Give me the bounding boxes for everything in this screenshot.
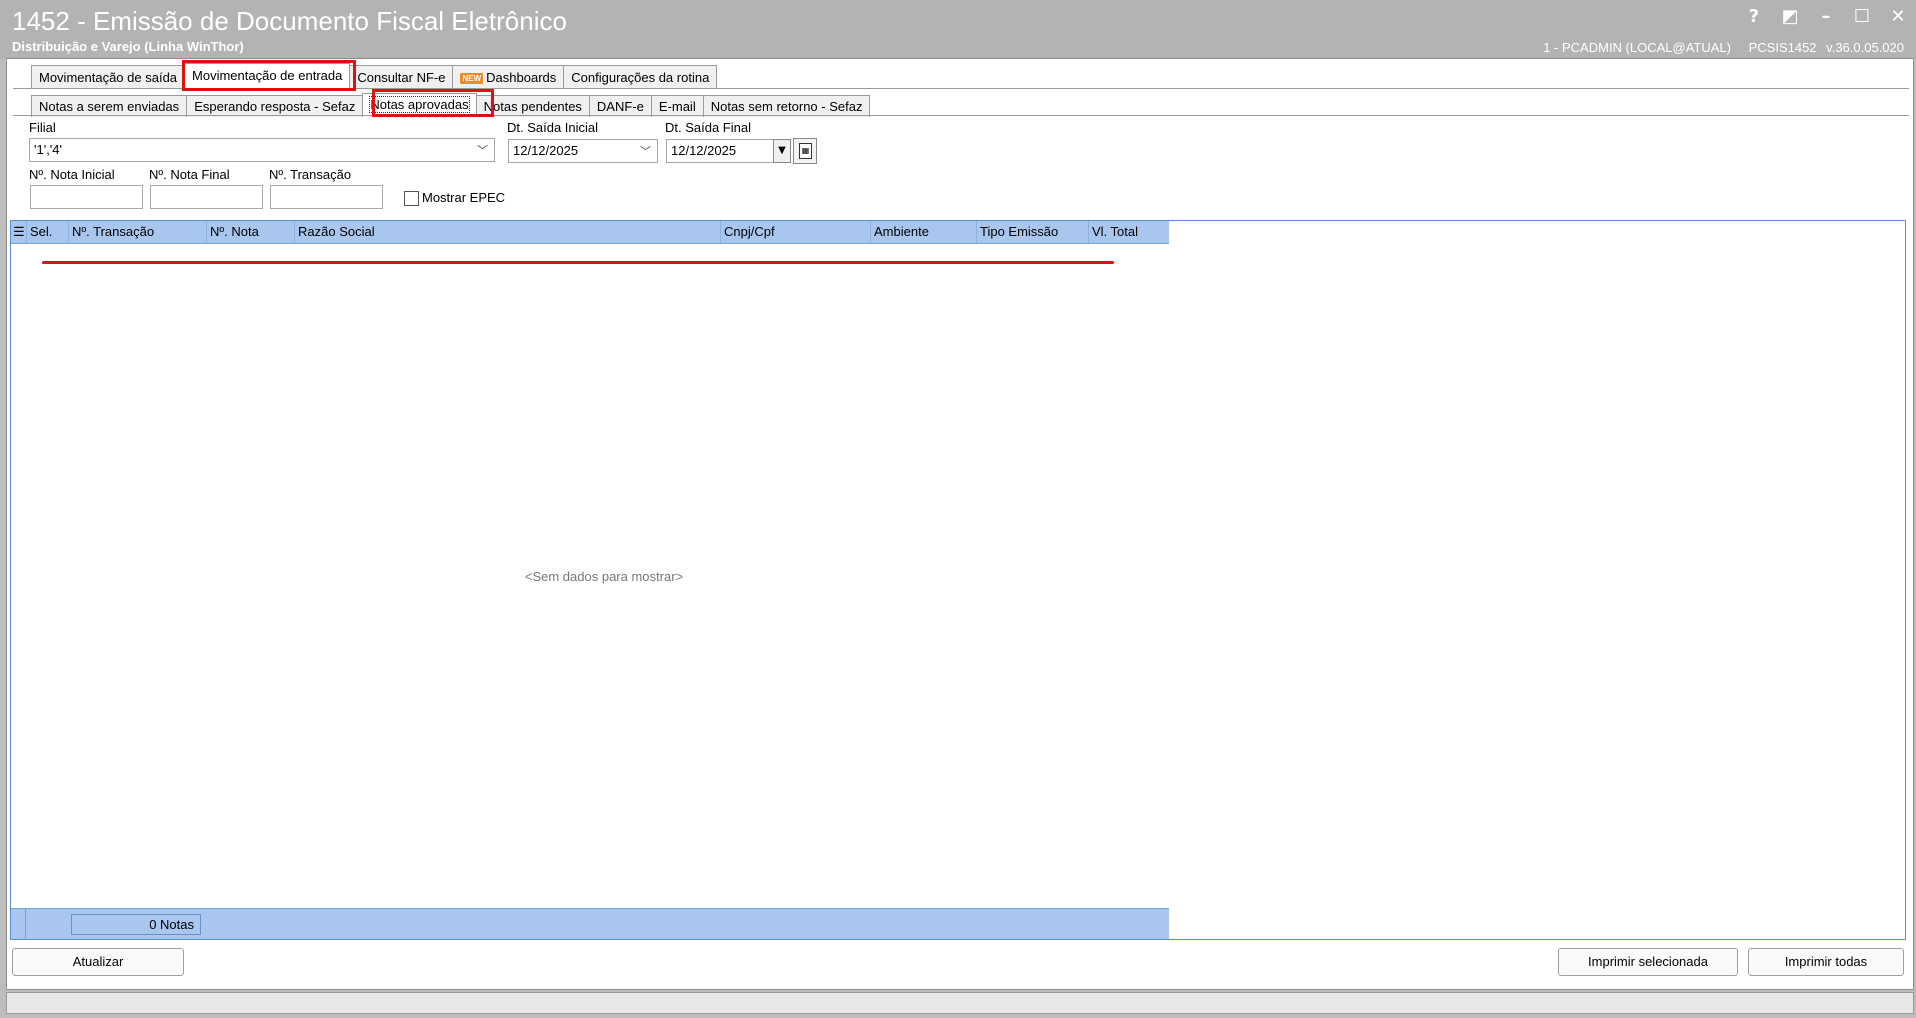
column-ambiente[interactable]: Ambiente [871, 221, 977, 243]
column-tipo-emissao[interactable]: Tipo Emissão [977, 221, 1089, 243]
main-tabs: Movimentação de saída Movimentação de en… [31, 63, 718, 89]
window-title: 1452 - Emissão de Documento Fiscal Eletr… [12, 6, 567, 36]
title-bar: 1452 - Emissão de Documento Fiscal Eletr… [0, 0, 1916, 58]
imprimir-selecionada-button[interactable]: Imprimir selecionada [1558, 948, 1738, 976]
tab-consultar-nfe[interactable]: Consultar NF-e [349, 65, 454, 89]
dt-saida-final-value: 12/12/2025 [671, 143, 737, 158]
triangle-down-icon: ▼ [778, 145, 786, 156]
chevron-down-icon: ﹀ [477, 145, 488, 157]
status-bar [6, 992, 1914, 1014]
tab-label: Consultar NF-e [357, 70, 446, 85]
filial-value: '1','4' [34, 142, 62, 157]
tab-notas-pendentes[interactable]: Notas pendentes [475, 95, 590, 117]
calendar-icon: ▦ [799, 143, 812, 159]
column-transacao[interactable]: Nº. Transação [69, 221, 207, 243]
mostrar-epec-checkbox[interactable] [404, 191, 419, 206]
nota-final-input[interactable] [150, 185, 263, 209]
tab-email[interactable]: E-mail [650, 95, 704, 117]
help-icon[interactable]: ? [1744, 6, 1764, 27]
maximize-icon[interactable]: ☐ [1852, 6, 1872, 27]
notes-count: 0 Notas [71, 914, 201, 935]
column-sel[interactable]: Sel. [27, 221, 69, 243]
sub-tabs: Notas a serem enviadas Esperando respost… [31, 93, 871, 117]
session-info: 1 - PCADMIN (LOCAL@ATUAL) PCSIS1452 v.36… [1529, 40, 1904, 55]
mostrar-epec-label: Mostrar EPEC [422, 190, 506, 205]
minimize-icon[interactable]: – [1816, 6, 1836, 27]
transacao-input[interactable] [270, 185, 383, 209]
column-vl-total[interactable]: Vl. Total [1089, 221, 1169, 243]
user-info: 1 - PCADMIN (LOCAL@ATUAL) [1543, 40, 1731, 55]
tab-notas-serem-enviadas[interactable]: Notas a serem enviadas [31, 95, 188, 117]
nota-inicial-input[interactable] [30, 185, 143, 209]
calendar-button[interactable]: ▦ [793, 138, 817, 164]
version-label: v.36.0.05.020 [1826, 40, 1904, 55]
filial-label: Filial [29, 120, 56, 135]
tab-label: Movimentação de saída [39, 70, 178, 85]
dt-final-dropdown-button[interactable]: ▼ [773, 139, 791, 163]
tab-label: DANF-e [596, 99, 644, 114]
new-badge-icon: NEW [460, 73, 484, 84]
grid-header: ☰ Sel. Nº. Transação Nº. Nota Razão Soci… [11, 221, 1169, 244]
window-controls: ? ◩ – ☐ ✕ [1744, 6, 1908, 27]
restore-icon[interactable]: ◩ [1780, 6, 1800, 27]
window-subtitle: Distribuição e Varejo (Linha WinThor) [12, 39, 244, 54]
tab-label: E-mail [658, 99, 696, 114]
tab-notas-aprovadas[interactable]: Notas aprovadas [362, 93, 477, 117]
dt-saida-inicial-select[interactable]: 12/12/2025 ﹀ [508, 139, 658, 163]
dt-saida-final-input[interactable]: 12/12/2025 [666, 139, 774, 163]
chevron-down-icon: ﹀ [640, 146, 651, 158]
column-chooser-icon[interactable]: ☰ [11, 221, 27, 243]
transacao-label: Nº. Transação [269, 167, 352, 182]
dt-saida-inicial-value: 12/12/2025 [513, 143, 579, 158]
tab-label: Configurações da rotina [571, 70, 710, 85]
tab-label: Notas a serem enviadas [39, 99, 180, 114]
nota-final-label: Nº. Nota Final [149, 167, 230, 182]
routine-code: PCSIS1452 [1748, 40, 1817, 55]
grid-footer: 0 Notas [11, 908, 1169, 940]
tab-esperando-resposta[interactable]: Esperando resposta - Sefaz [186, 95, 364, 117]
tab-divider [13, 88, 1909, 89]
dt-saida-final-label: Dt. Saída Final [665, 120, 751, 135]
tab-movimentacao-saida[interactable]: Movimentação de saída [31, 65, 186, 89]
tab-label: Esperando resposta - Sefaz [194, 99, 356, 114]
atualizar-button[interactable]: Atualizar [12, 948, 184, 976]
tab-danfe[interactable]: DANF-e [588, 95, 652, 117]
annotation-underline [42, 261, 1114, 264]
footer-separator [25, 909, 26, 940]
tab-label: Notas pendentes [483, 99, 582, 114]
tab-label: Dashboards [486, 70, 557, 85]
tab-movimentacao-entrada[interactable]: Movimentação de entrada [184, 63, 351, 89]
tab-dashboards[interactable]: NEW Dashboards [452, 65, 565, 89]
subtab-divider [13, 115, 1909, 116]
imprimir-todas-button[interactable]: Imprimir todas [1748, 948, 1904, 976]
notes-grid: ☰ Sel. Nº. Transação Nº. Nota Razão Soci… [10, 220, 1906, 940]
column-nota[interactable]: Nº. Nota [207, 221, 295, 243]
close-icon[interactable]: ✕ [1888, 6, 1908, 27]
column-cnpj-cpf[interactable]: Cnpj/Cpf [721, 221, 871, 243]
tab-label: Notas sem retorno - Sefaz [710, 99, 863, 114]
nota-inicial-label: Nº. Nota Inicial [29, 167, 115, 182]
tab-label: Notas aprovadas [369, 96, 470, 113]
column-razao-social[interactable]: Razão Social [295, 221, 721, 243]
tab-label: Movimentação de entrada [192, 68, 343, 83]
filial-select[interactable]: '1','4' ﹀ [29, 138, 495, 162]
dt-saida-inicial-label: Dt. Saída Inicial [507, 120, 599, 135]
empty-message: <Sem dados para mostrar> [524, 569, 684, 584]
tab-notas-sem-retorno[interactable]: Notas sem retorno - Sefaz [702, 95, 871, 117]
tab-configuracoes-rotina[interactable]: Configurações da rotina [563, 65, 718, 89]
